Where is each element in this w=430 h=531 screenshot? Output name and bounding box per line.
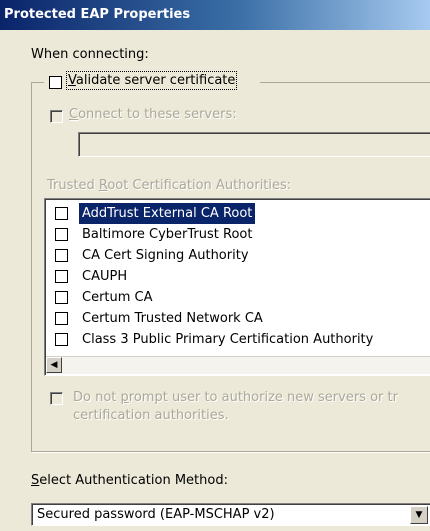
validate-accelerator: V [68,73,76,88]
list-item-checkbox[interactable] [55,291,68,304]
list-item-checkbox[interactable] [55,312,68,325]
chevron-down-icon[interactable]: ▼ [410,506,428,524]
when-connecting-label: When connecting: [31,47,149,62]
list-item-label: CA Cert Signing Authority [82,248,249,263]
horizontal-scrollbar[interactable]: ◀ [46,356,430,374]
auth-method-label: Select Authentication Method: [31,473,228,488]
list-item-checkbox[interactable] [55,249,68,262]
trusted-roots-label: Trusted Root Certification Authorities: [47,178,291,193]
list-item-checkbox[interactable] [55,333,68,346]
connect-to-servers-label: Connect to these servers: [69,107,237,122]
connect-accelerator: C [69,107,79,122]
connect-label-rest: onnect to these servers: [78,107,237,122]
do-not-prompt-label-line2: certification authorities. [73,408,229,423]
do-not-prompt-label-line1: Do not prompt user to authorize new serv… [73,390,398,405]
validate-server-certificate-checkbox[interactable] [49,76,62,89]
trusted-roots-list[interactable]: AddTrust External CA Root Baltimore Cybe… [44,198,430,376]
servers-input[interactable] [78,132,430,157]
list-item-checkbox[interactable] [55,270,68,283]
do-not-prompt-checkbox[interactable] [50,392,63,405]
trusted-roots-label-a: Trusted [47,178,99,193]
auth-method-select[interactable]: Secured password (EAP-MSCHAP v2) ▼ [31,503,430,526]
list-item-label: Certum Trusted Network CA [82,311,263,326]
auth-method-label-rest: elect Authentication Method: [39,473,228,488]
no-prompt-part-a: Do not [73,390,121,405]
no-prompt-part-c: rompt user to authorize new servers or t… [128,390,398,405]
auth-method-selected-value: Secured password (EAP-MSCHAP v2) [37,507,275,522]
connect-to-servers-checkbox[interactable] [50,110,63,123]
list-item-label: Baltimore CyberTrust Root [82,227,253,242]
list-item-label: Certum CA [82,290,153,305]
window-title-bar[interactable]: Protected EAP Properties [0,0,430,30]
list-item-checkbox[interactable] [55,228,68,241]
trusted-roots-label-c: oot Certification Authorities: [107,178,292,193]
window-title: Protected EAP Properties [4,7,191,22]
validate-server-certificate-label[interactable]: Validate server certificate [65,71,238,90]
no-prompt-accelerator: p [120,390,129,405]
scroll-left-icon[interactable]: ◀ [46,357,62,373]
list-item-label: AddTrust External CA Root [79,203,256,224]
protected-eap-dialog: Protected EAP Properties When connecting… [0,0,430,531]
validate-label-rest: alidate server certificate [75,73,236,88]
list-item-checkbox[interactable] [55,207,68,220]
list-item-label: Class 3 Public Primary Certification Aut… [82,332,374,347]
list-item-label: CAUPH [82,269,128,284]
